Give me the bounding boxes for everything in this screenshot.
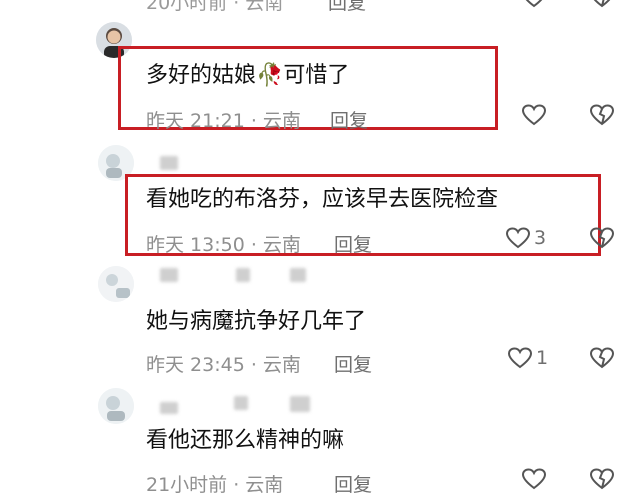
- blurred-username: [160, 402, 178, 414]
- like-icon[interactable]: [522, 0, 546, 12]
- like-button[interactable]: [522, 468, 550, 490]
- heart-icon: [522, 104, 546, 126]
- like-button[interactable]: 1: [508, 347, 548, 369]
- comment-meta: 昨天 23:45 · 云南: [146, 354, 301, 376]
- comment-meta: 昨天 13:50 · 云南: [146, 234, 301, 256]
- comment-text: 看她吃的布洛芬，应该早去医院检查: [146, 187, 499, 212]
- blurred-username: [234, 396, 248, 410]
- comment-text: 她与病魔抗争好几年了: [146, 309, 367, 334]
- comment-meta: 昨天 21:21 · 云南: [146, 110, 301, 132]
- broken-heart-icon[interactable]: [589, 227, 615, 253]
- comment-text: 看他还那么精神的嘛: [146, 428, 345, 453]
- broken-heart-icon[interactable]: [589, 468, 615, 494]
- reply-button[interactable]: 回复: [330, 106, 368, 133]
- reply-button[interactable]: 回复: [334, 230, 372, 257]
- heart-icon: [508, 347, 532, 369]
- broken-heart-icon[interactable]: [589, 104, 615, 130]
- like-count: 1: [536, 347, 549, 369]
- partial-reply-button[interactable]: 回复: [328, 0, 366, 15]
- blurred-username: [290, 268, 306, 282]
- like-button[interactable]: [522, 104, 550, 126]
- heart-icon: [522, 468, 546, 490]
- comment-meta: 21小时前 · 云南: [146, 474, 284, 496]
- like-count: 3: [534, 227, 547, 249]
- blurred-username: [160, 156, 178, 170]
- partial-comment-meta: 20小时前 · 云南: [146, 0, 284, 14]
- blurred-username: [290, 396, 310, 412]
- blurred-username: [236, 268, 250, 282]
- like-button[interactable]: 3: [506, 227, 546, 249]
- comment-text: 多好的姑娘🥀可惜了: [146, 63, 350, 88]
- avatar[interactable]: [98, 266, 134, 302]
- reply-button[interactable]: 回复: [334, 350, 372, 377]
- reply-button[interactable]: 回复: [334, 470, 372, 497]
- broken-heart-icon[interactable]: [590, 0, 614, 12]
- broken-heart-icon[interactable]: [589, 347, 615, 373]
- heart-icon: [506, 227, 530, 249]
- blurred-username: [160, 268, 178, 282]
- avatar[interactable]: [98, 388, 134, 424]
